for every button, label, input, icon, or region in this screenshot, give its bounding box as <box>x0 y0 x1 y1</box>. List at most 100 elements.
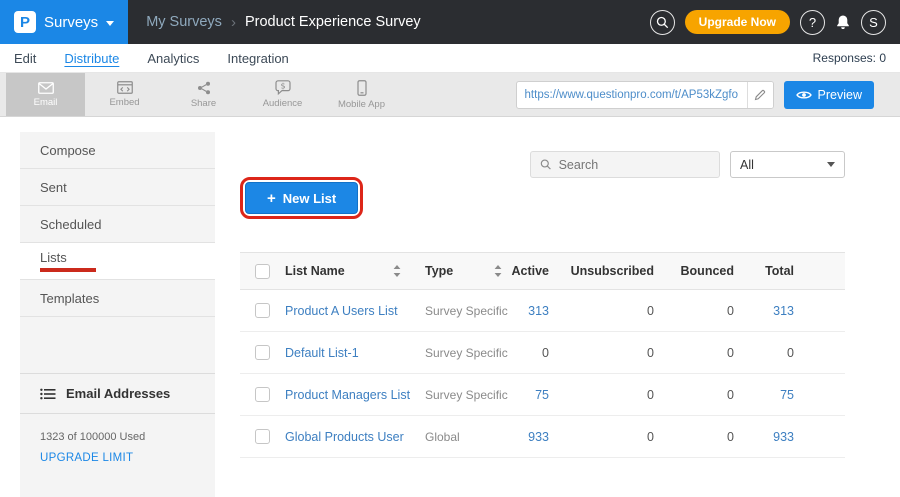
sidebar-item-label: Templates <box>40 291 99 306</box>
help-button[interactable]: ? <box>800 10 825 35</box>
total-count[interactable]: 313 <box>740 304 800 318</box>
list-type: Survey Specific <box>415 346 510 360</box>
unsubscribed-count: 0 <box>555 388 660 402</box>
active-count[interactable]: 0 <box>510 346 555 360</box>
email-icon <box>38 82 54 94</box>
new-list-button[interactable]: + New List <box>245 182 358 214</box>
channel-share[interactable]: Share <box>164 73 243 116</box>
table-row: Global Products User Global 933 0 0 933 <box>240 416 845 458</box>
chevron-down-icon <box>106 21 114 26</box>
svg-text:$: $ <box>280 82 285 91</box>
channel-audience[interactable]: $ Audience <box>243 73 322 116</box>
sort-icon[interactable] <box>494 265 502 277</box>
filter-dropdown[interactable]: All <box>730 151 845 178</box>
list-name-link[interactable]: Product A Users List <box>285 304 415 318</box>
channel-list: Email Embed Share $ Audience Mobile App <box>6 73 401 116</box>
bounced-count: 0 <box>660 304 740 318</box>
channel-audience-label: Audience <box>263 98 303 109</box>
channel-embed[interactable]: Embed <box>85 73 164 116</box>
column-active: Active <box>510 264 555 278</box>
search-button[interactable] <box>650 10 675 35</box>
row-checkbox[interactable] <box>255 387 270 402</box>
filter-controls: All <box>530 151 845 178</box>
unsubscribed-count: 0 <box>555 430 660 444</box>
column-unsubscribed: Unsubscribed <box>555 264 660 278</box>
chevron-down-icon <box>827 162 835 167</box>
table-row: Product Managers List Survey Specific 75… <box>240 374 845 416</box>
preview-button[interactable]: Preview <box>784 81 874 109</box>
breadcrumb-current: Product Experience Survey <box>245 14 421 30</box>
tab-edit[interactable]: Edit <box>14 51 36 66</box>
tab-distribute[interactable]: Distribute <box>64 51 119 66</box>
app-menu-label: Surveys <box>44 14 98 31</box>
active-count[interactable]: 313 <box>510 304 555 318</box>
search-box <box>530 151 720 178</box>
unsubscribed-count: 0 <box>555 304 660 318</box>
list-icon <box>40 388 56 400</box>
column-list-name[interactable]: List Name <box>285 264 415 278</box>
survey-url-input[interactable] <box>517 89 747 101</box>
list-name-link[interactable]: Product Managers List <box>285 388 415 402</box>
list-type: Survey Specific <box>415 388 510 402</box>
usage-text: 1323 of 100000 Used <box>20 414 215 447</box>
column-label: List Name <box>285 264 345 278</box>
logo-letter: P <box>20 14 30 31</box>
sidebar-item-label: Compose <box>40 143 96 158</box>
lists-table: List Name Type Active Unsubscribed Bounc… <box>240 252 845 458</box>
sidebar-item-compose[interactable]: Compose <box>20 132 215 169</box>
list-type: Global <box>415 430 510 444</box>
upgrade-limit-link[interactable]: UPGRADE LIMIT <box>20 447 215 469</box>
channel-mobile-app[interactable]: Mobile App <box>322 73 401 116</box>
tab-analytics[interactable]: Analytics <box>147 51 199 66</box>
channel-mobile-app-label: Mobile App <box>338 99 385 110</box>
sort-icon[interactable] <box>393 265 401 277</box>
column-bounced: Bounced <box>660 264 740 278</box>
lists-panel: All + New List List Name <box>215 132 900 497</box>
table-row: Product A Users List Survey Specific 313… <box>240 290 845 332</box>
search-input[interactable] <box>559 158 710 172</box>
app-menu[interactable]: P Surveys <box>0 0 128 44</box>
column-type[interactable]: Type <box>415 264 510 278</box>
notifications-button[interactable] <box>835 14 851 30</box>
app-window: P Surveys My Surveys › Product Experienc… <box>0 0 900 497</box>
active-count[interactable]: 75 <box>510 388 555 402</box>
row-checkbox[interactable] <box>255 303 270 318</box>
channel-toolbar: Email Embed Share $ Audience Mobile App <box>0 73 900 117</box>
sidebar-item-lists[interactable]: Lists <box>20 243 215 280</box>
sidebar-item-label: Sent <box>40 180 67 195</box>
unsubscribed-count: 0 <box>555 346 660 360</box>
embed-icon <box>117 81 133 94</box>
new-list-label: New List <box>283 191 336 206</box>
plus-icon: + <box>267 190 276 207</box>
email-addresses-title: Email Addresses <box>66 386 170 401</box>
list-name-link[interactable]: Global Products User <box>285 430 415 444</box>
column-total: Total <box>740 264 800 278</box>
avatar[interactable]: S <box>861 10 886 35</box>
total-count[interactable]: 75 <box>740 388 800 402</box>
row-checkbox[interactable] <box>255 345 270 360</box>
sidebar-item-sent[interactable]: Sent <box>20 169 215 206</box>
select-all-checkbox[interactable] <box>255 264 270 279</box>
bounced-count: 0 <box>660 388 740 402</box>
total-count[interactable]: 933 <box>740 430 800 444</box>
row-checkbox[interactable] <box>255 429 270 444</box>
survey-url-field <box>516 81 774 109</box>
upgrade-now-button[interactable]: Upgrade Now <box>685 10 790 34</box>
list-name-link[interactable]: Default List-1 <box>285 346 415 360</box>
edit-url-button[interactable] <box>747 81 773 109</box>
sidebar-item-templates[interactable]: Templates <box>20 280 215 317</box>
email-addresses-header: Email Addresses <box>20 374 215 414</box>
channel-email[interactable]: Email <box>6 73 85 116</box>
list-type: Survey Specific <box>415 304 510 318</box>
active-count[interactable]: 933 <box>510 430 555 444</box>
select-all-cell <box>240 264 285 279</box>
sidebar-item-scheduled[interactable]: Scheduled <box>20 206 215 243</box>
total-count[interactable]: 0 <box>740 346 800 360</box>
search-icon <box>656 16 669 29</box>
breadcrumb-my-surveys[interactable]: My Surveys <box>146 14 222 30</box>
bell-icon <box>835 14 851 30</box>
tab-integration[interactable]: Integration <box>227 51 288 66</box>
share-icon <box>197 81 211 95</box>
bounced-count: 0 <box>660 346 740 360</box>
row-checkbox-cell <box>240 387 285 402</box>
